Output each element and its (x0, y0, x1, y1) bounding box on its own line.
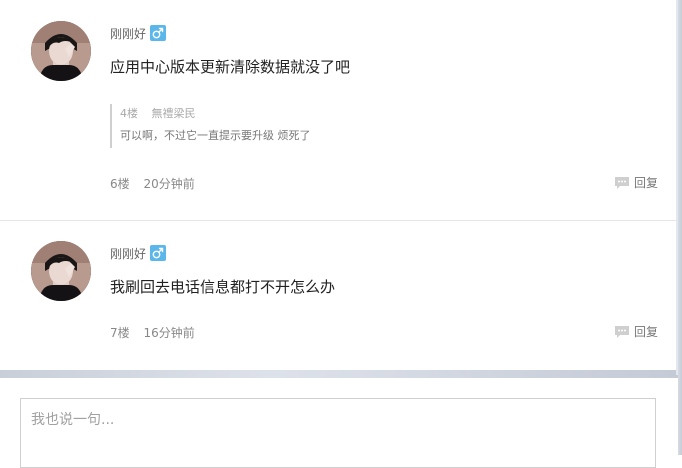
window-edge (678, 0, 682, 455)
quote-meta: 4楼 無禮梁民 (120, 104, 311, 124)
username-row: 刚刚好 (110, 243, 167, 263)
quote-text: 可以啊，不过它一直提示要升级 烦死了 (120, 129, 311, 142)
avatar-image (31, 241, 91, 301)
quote-floor: 4楼 (120, 107, 138, 120)
floor-number: 6楼 (110, 177, 130, 191)
reply-button[interactable]: 回复 (614, 323, 658, 340)
male-gender-icon (150, 25, 167, 41)
floor-number: 7楼 (110, 326, 130, 340)
post-time: 16分钟前 (143, 326, 195, 340)
male-gender-icon (150, 245, 167, 261)
quote-author[interactable]: 無禮梁民 (152, 107, 196, 120)
reply-bubble-icon (614, 176, 629, 189)
comment-input[interactable] (20, 398, 656, 468)
reply-label: 回复 (633, 325, 658, 339)
avatar[interactable] (31, 241, 91, 301)
reply-label: 回复 (633, 176, 658, 190)
post-time: 20分钟前 (143, 177, 195, 191)
reply-bubble-icon (614, 325, 629, 338)
avatar[interactable] (31, 21, 91, 81)
section-divider (0, 370, 678, 378)
comment-thread: 刚刚好 应用中心版本更新清除数据就没了吧 4楼 無禮梁民 可以啊，不过它一直提示… (0, 0, 678, 468)
comment-item: 刚刚好 应用中心版本更新清除数据就没了吧 4楼 無禮梁民 可以啊，不过它一直提示… (0, 0, 676, 221)
comment-content: 我刷回去电话信息都打不开怎么办 (110, 278, 336, 296)
comment-content: 应用中心版本更新清除数据就没了吧 (110, 58, 351, 76)
username[interactable]: 刚刚好 (110, 245, 146, 262)
username-row: 刚刚好 (110, 23, 167, 43)
comment-meta: 6楼 20分钟前 (110, 175, 195, 192)
quoted-reply: 4楼 無禮梁民 可以啊，不过它一直提示要升级 烦死了 (110, 104, 311, 148)
comment-composer (0, 378, 678, 468)
avatar-image (31, 21, 91, 81)
comment-item: 刚刚好 我刷回去电话信息都打不开怎么办 7楼 16分钟前 回复 (0, 221, 676, 370)
comment-meta: 7楼 16分钟前 (110, 324, 195, 341)
reply-button[interactable]: 回复 (614, 174, 658, 191)
username[interactable]: 刚刚好 (110, 25, 146, 42)
